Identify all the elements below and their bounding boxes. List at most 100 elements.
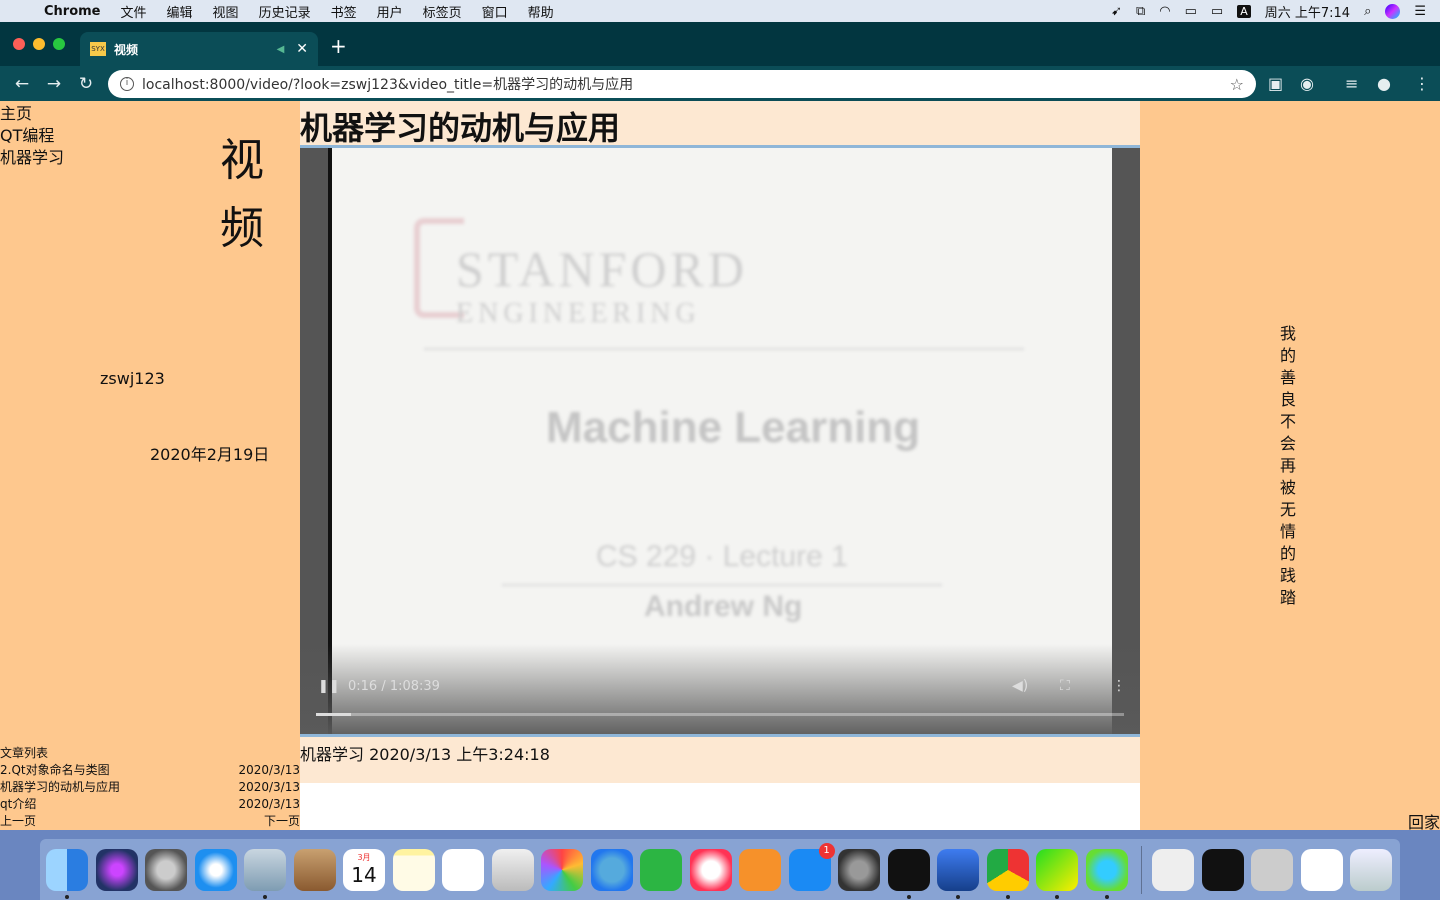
- article-title[interactable]: 2.Qt对象命名与类图: [0, 762, 110, 779]
- article-title[interactable]: 机器学习的动机与应用: [0, 779, 120, 796]
- forward-button[interactable]: →: [38, 74, 70, 94]
- dock-finder-window-icon[interactable]: [1300, 848, 1343, 891]
- screen-share-status-icon[interactable]: ⧉: [1136, 4, 1145, 19]
- dock-messages-icon[interactable]: [590, 848, 633, 891]
- media-controls-icon[interactable]: ≡: [1345, 74, 1358, 93]
- address-bar[interactable]: i localhost:8000/video/?look=zswj123&vid…: [108, 70, 1256, 98]
- dock-app-store-icon[interactable]: 1: [788, 842, 835, 891]
- profile-avatar-icon[interactable]: ●: [1377, 74, 1391, 93]
- video-progress-bar[interactable]: [316, 713, 1124, 716]
- fullscreen-icon[interactable]: ⛶: [1060, 678, 1070, 694]
- menu-bar: Chrome 文件 编辑 视图 历史记录 书签 用户 标签页 窗口 帮助 ➹ ⧉…: [0, 0, 1440, 22]
- video-title: 机器学习的动机与应用: [300, 109, 621, 147]
- dock-calendar-icon[interactable]: 3月 14: [343, 848, 385, 891]
- publish-date: 2020年2月19日: [150, 445, 270, 464]
- menu-item-tab[interactable]: 标签页: [423, 2, 462, 21]
- dock-books-icon[interactable]: [739, 848, 781, 891]
- dock-system-preferences-icon[interactable]: [838, 848, 880, 891]
- dock-siri-icon[interactable]: [95, 848, 138, 891]
- slide-lecture: CS 229 · Lecture 1: [596, 540, 848, 573]
- slide-course: Machine Learning: [546, 403, 921, 452]
- menu-item-file[interactable]: 文件: [121, 2, 147, 21]
- close-window-button[interactable]: [13, 38, 25, 50]
- nav-link-qt[interactable]: QT编程: [0, 125, 64, 147]
- menu-item-edit[interactable]: 编辑: [167, 2, 193, 21]
- dock-screen-sharing-icon[interactable]: [937, 848, 979, 899]
- airplay-icon[interactable]: ▭: [1185, 4, 1197, 19]
- close-tab-icon[interactable]: ✕: [296, 41, 308, 57]
- spotlight-icon[interactable]: ⌕: [1364, 4, 1371, 19]
- wifi-icon[interactable]: ◠: [1159, 4, 1170, 19]
- back-button[interactable]: ←: [6, 74, 38, 94]
- next-page-link[interactable]: 下一页: [264, 813, 300, 830]
- input-method-icon[interactable]: A: [1237, 4, 1251, 18]
- nav-link-home[interactable]: 主页: [0, 103, 64, 125]
- menu-item-help[interactable]: 帮助: [528, 2, 554, 21]
- running-indicator: [956, 894, 960, 899]
- dock-safari-icon[interactable]: [194, 848, 237, 891]
- dock-finder-icon[interactable]: [46, 848, 88, 899]
- dock-photos-icon[interactable]: [541, 848, 583, 891]
- menu-item-bookmarks[interactable]: 书签: [331, 2, 357, 21]
- maximize-window-button[interactable]: [53, 38, 65, 50]
- menu-clock[interactable]: 周六 上午7:14: [1265, 2, 1350, 21]
- minimize-window-button[interactable]: [33, 38, 45, 50]
- slide-line-stanford: STANFORD: [456, 241, 748, 297]
- dock-trash-icon[interactable]: [1350, 848, 1392, 891]
- chrome-menu-icon[interactable]: ⋮: [1414, 74, 1430, 93]
- menu-item-window[interactable]: 窗口: [482, 2, 508, 21]
- dock-pycharm-icon[interactable]: [1036, 848, 1078, 899]
- notification-center-icon[interactable]: ☰: [1414, 4, 1426, 19]
- siri-status-icon[interactable]: [1385, 3, 1401, 19]
- bookmark-star-icon[interactable]: ☆: [1230, 75, 1244, 94]
- prev-page-link[interactable]: 上一页: [0, 813, 36, 830]
- video-player[interactable]: STANFORD ENGINEERING Machine Learning CS…: [300, 145, 1140, 737]
- article-list: 文章列表 2.Qt对象命名与类图 2020/3/13 机器学习的动机与应用 20…: [0, 745, 300, 830]
- more-options-icon[interactable]: ⋮: [1112, 678, 1126, 694]
- pause-icon[interactable]: ❚❚: [318, 679, 340, 694]
- dock-launchpad-icon[interactable]: [145, 848, 187, 891]
- audio-playing-icon[interactable]: ◀: [277, 44, 285, 55]
- reload-button[interactable]: ↻: [70, 74, 102, 94]
- dock-chrome-icon[interactable]: [986, 848, 1029, 899]
- video-time: 0:16 / 1:08:39: [348, 679, 440, 694]
- calendar-day: 14: [351, 863, 377, 887]
- dock-pixelmator-icon[interactable]: [1085, 848, 1128, 899]
- article-date: 2020/3/13: [238, 763, 300, 777]
- volume-icon[interactable]: ◀): [1012, 678, 1028, 694]
- list-item[interactable]: qt介绍 2020/3/13: [0, 796, 300, 813]
- list-item[interactable]: 2.Qt对象命名与类图 2020/3/13: [0, 762, 300, 779]
- dock: 3月 14 1: [40, 839, 1400, 900]
- airdrop-status-icon[interactable]: ➹: [1111, 4, 1122, 19]
- new-tab-button[interactable]: +: [330, 34, 347, 58]
- desktop-bottom: 3月 14 1: [0, 830, 1440, 900]
- dock-preview-icon[interactable]: [244, 848, 286, 899]
- dock-itunes-icon[interactable]: [689, 848, 732, 891]
- dock-terminal-icon[interactable]: [887, 848, 930, 899]
- screenshot-extension-icon[interactable]: ◉: [1300, 74, 1314, 93]
- nav-link-ml[interactable]: 机器学习: [0, 147, 64, 169]
- url-text[interactable]: localhost:8000/video/?look=zswj123&video…: [142, 74, 1230, 94]
- vertical-quote: 我的善良不会再被无情的践踏: [1279, 324, 1296, 607]
- dock-notes-icon[interactable]: [392, 848, 435, 891]
- main-panel: 机器学习的动机与应用 STANFORD ENGINEERING Machine …: [300, 101, 1140, 830]
- dock-photo-booth-icon[interactable]: [491, 848, 534, 891]
- dock-contacts-icon[interactable]: [293, 848, 336, 891]
- list-item[interactable]: 机器学习的动机与应用 2020/3/13: [0, 779, 300, 796]
- dock-archive-icon[interactable]: [1152, 848, 1194, 891]
- dock-reminders-icon[interactable]: [442, 848, 484, 891]
- menu-item-view[interactable]: 视图: [213, 2, 239, 21]
- dock-preview-window-icon[interactable]: [1251, 848, 1293, 891]
- running-indicator: [263, 894, 267, 899]
- dock-terminal-window-icon[interactable]: [1201, 848, 1244, 891]
- dock-facetime-icon[interactable]: [640, 848, 682, 891]
- article-title[interactable]: qt介绍: [0, 796, 36, 813]
- menu-item-people[interactable]: 用户: [377, 2, 403, 21]
- battery-icon[interactable]: ▭: [1211, 4, 1223, 19]
- menu-item-history[interactable]: 历史记录: [259, 2, 311, 21]
- tab-video[interactable]: SYX 视频 ◀ ✕: [80, 32, 318, 66]
- article-date: 2020/3/13: [238, 780, 300, 794]
- menu-app-name[interactable]: Chrome: [44, 4, 101, 19]
- extension-icon[interactable]: ▣: [1268, 74, 1283, 93]
- site-info-icon[interactable]: i: [120, 77, 134, 91]
